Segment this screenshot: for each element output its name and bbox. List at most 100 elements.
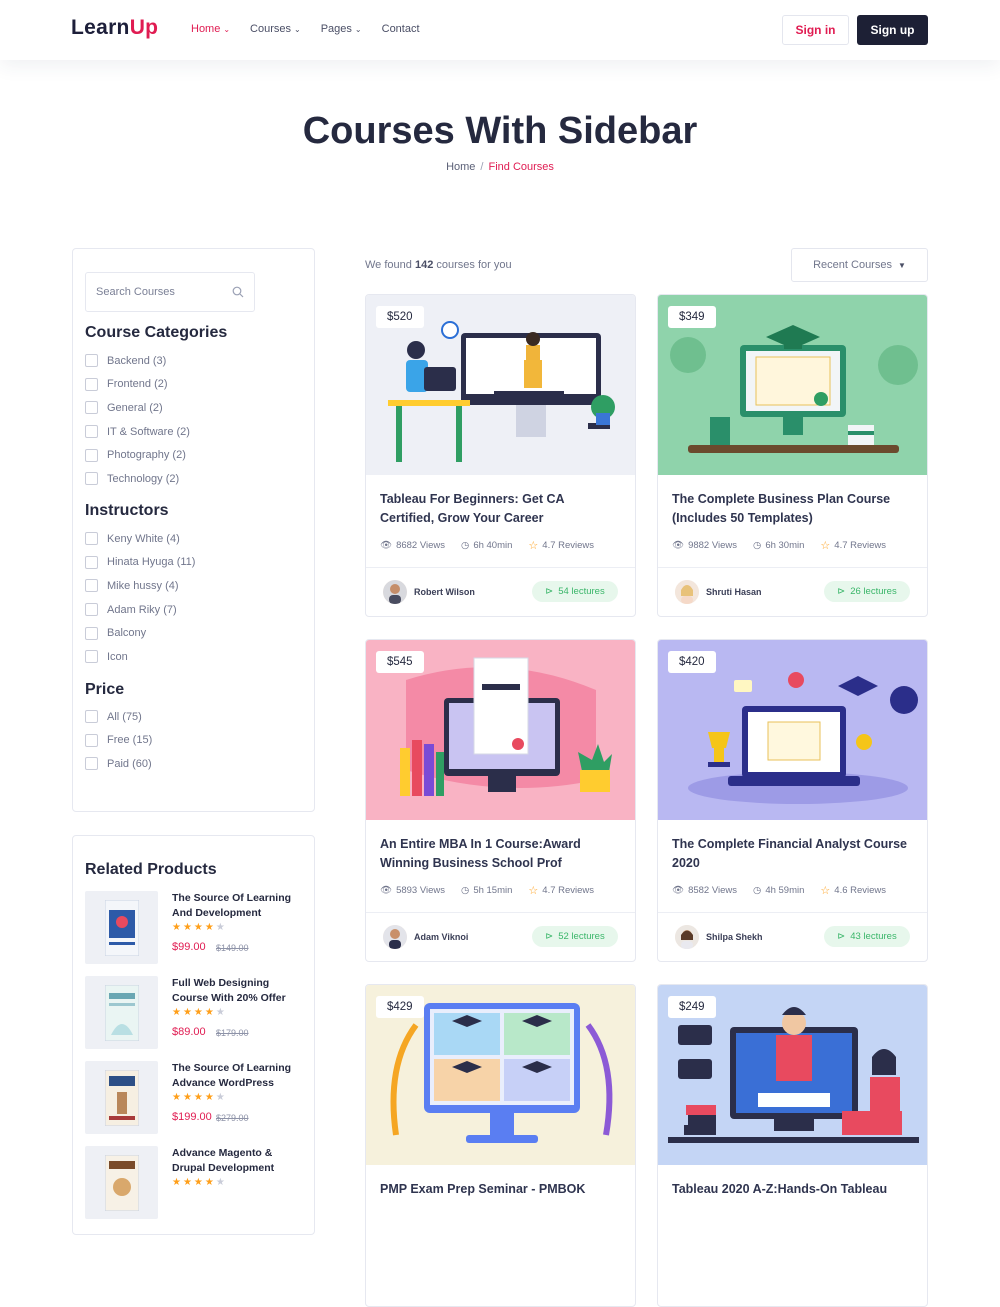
category-checkbox[interactable]: Photography (2) xyxy=(85,443,190,467)
nav-home[interactable]: Home ⌄ xyxy=(191,23,230,35)
instructor-checkbox[interactable]: Balcony xyxy=(85,621,195,645)
duration-stat: ◷ 6h 40min xyxy=(461,540,512,551)
nav-pages[interactable]: Pages ⌄ xyxy=(321,23,362,35)
price-checkbox[interactable]: All (75) xyxy=(85,705,152,729)
chevron-down-icon: ⌄ xyxy=(223,24,231,34)
product-name[interactable]: The Source Of Learning Advance WordPress xyxy=(172,1061,302,1090)
checkbox-label: Balcony xyxy=(107,627,147,640)
checkbox-icon[interactable] xyxy=(85,733,98,747)
course-title[interactable]: Tableau 2020 A-Z:Hands-On Tableau xyxy=(672,1180,910,1199)
clock-icon: ◷ xyxy=(753,885,762,896)
star-icon: ☆ xyxy=(528,885,539,897)
instructor-name[interactable]: Shilpa Shekh xyxy=(706,932,763,942)
signup-button[interactable]: Sign up xyxy=(857,15,928,45)
logo-text: Learn xyxy=(71,16,130,39)
sort-dropdown-label: Recent Courses xyxy=(813,259,892,271)
checkbox-icon[interactable] xyxy=(85,354,98,368)
checkbox-icon[interactable] xyxy=(85,377,98,391)
book-cover-image[interactable] xyxy=(85,1061,158,1134)
category-checkbox[interactable]: IT & Software (2) xyxy=(85,420,190,444)
course-title[interactable]: The Complete Financial Analyst Course 20… xyxy=(672,835,910,873)
checkbox-icon[interactable] xyxy=(85,448,98,462)
course-card[interactable]: $249 Tableau 2020 A-Z:Hands-On Tableau xyxy=(657,984,928,1307)
course-card[interactable]: $349 The Complete Business Plan Course (… xyxy=(657,294,928,617)
clock-icon: ◷ xyxy=(461,885,470,896)
views-stat: 👁 9882 Views xyxy=(672,540,737,551)
nav-courses[interactable]: Courses ⌄ xyxy=(250,23,301,35)
lectures-text: 52 lectures xyxy=(558,931,605,942)
checkbox-icon[interactable] xyxy=(85,710,98,724)
search-input[interactable]: Search Courses xyxy=(85,272,255,312)
chevron-down-icon: ⌄ xyxy=(354,24,362,34)
eye-icon: 👁 xyxy=(672,540,685,551)
price-checkbox[interactable]: Paid (60) xyxy=(85,752,152,776)
reviews-stat: ☆ 4.7 Reviews xyxy=(820,539,886,552)
course-card[interactable]: $545 An Entire MBA In 1 Course:Award Win… xyxy=(365,639,636,962)
checkbox-icon[interactable] xyxy=(85,425,98,439)
product-name[interactable]: Advance Magento & Drupal Development xyxy=(172,1146,302,1175)
price-checkbox[interactable]: Free (15) xyxy=(85,729,152,753)
clock-icon: ◷ xyxy=(461,540,470,551)
lectures-badge: ⊳ 26 lectures xyxy=(824,581,910,602)
nav-pages-label: Pages xyxy=(320,23,352,35)
course-card[interactable]: $520 Tableau For Beginners: Get CA Certi… xyxy=(365,294,636,617)
course-card[interactable]: $420 The Complete Financial Analyst Cour… xyxy=(657,639,928,962)
category-checkbox[interactable]: Technology (2) xyxy=(85,467,190,491)
book-cover-image[interactable] xyxy=(85,976,158,1049)
checkbox-icon[interactable] xyxy=(85,579,98,593)
checkbox-icon[interactable] xyxy=(85,472,98,486)
reviews-stat: ☆ 4.7 Reviews xyxy=(528,884,594,897)
course-title[interactable]: Tableau For Beginners: Get CA Certified,… xyxy=(380,490,618,528)
category-checkbox[interactable]: Backend (3) xyxy=(85,349,190,373)
instructor-checkbox[interactable]: Hinata Hyuga (11) xyxy=(85,551,195,575)
views-text: 8682 Views xyxy=(396,540,446,551)
caret-down-icon: ▼ xyxy=(897,260,906,270)
related-product-item[interactable]: The Source Of Learning And Development ★… xyxy=(85,891,310,966)
book-cover-image[interactable] xyxy=(85,1146,158,1219)
instructor-avatar[interactable] xyxy=(675,580,699,604)
instructor-avatar[interactable] xyxy=(675,925,699,949)
instructor-checkbox[interactable]: Icon xyxy=(85,645,195,669)
search-placeholder: Search Courses xyxy=(96,286,175,298)
breadcrumb-home[interactable]: Home xyxy=(446,161,475,173)
course-title[interactable]: PMP Exam Prep Seminar - PMBOK xyxy=(380,1180,618,1199)
instructor-checkbox[interactable]: Mike hussy (4) xyxy=(85,574,195,598)
views-stat: 👁 8682 Views xyxy=(380,540,445,551)
card-divider xyxy=(366,912,635,913)
nav-home-label: Home xyxy=(191,23,221,35)
instructor-avatar[interactable] xyxy=(383,580,407,604)
product-name[interactable]: Full Web Designing Course With 20% Offer xyxy=(172,976,302,1005)
checkbox-icon[interactable] xyxy=(85,603,98,617)
checkbox-icon[interactable] xyxy=(85,626,98,640)
checkbox-icon[interactable] xyxy=(85,757,98,771)
book-cover-image[interactable] xyxy=(85,891,158,964)
course-title[interactable]: An Entire MBA In 1 Course:Award Winning … xyxy=(380,835,618,873)
play-icon: ⊳ xyxy=(545,931,554,942)
related-product-item[interactable]: Advance Magento & Drupal Development ★★★… xyxy=(85,1146,310,1221)
checkbox-icon[interactable] xyxy=(85,401,98,415)
sort-dropdown[interactable]: Recent Courses ▼ xyxy=(791,248,928,282)
instructor-checkbox[interactable]: Adam Riky (7) xyxy=(85,598,195,622)
instructor-name[interactable]: Adam Viknoi xyxy=(414,932,468,942)
checkbox-icon[interactable] xyxy=(85,555,98,569)
instructor-name[interactable]: Shruti Hasan xyxy=(706,587,762,597)
rating-stars-icon: ★★★★★ xyxy=(172,922,227,933)
logo[interactable]: LearnUp xyxy=(71,16,158,40)
category-checkbox[interactable]: Frontend (2) xyxy=(85,373,190,397)
related-product-item[interactable]: Full Web Designing Course With 20% Offer… xyxy=(85,976,310,1051)
instructor-avatar[interactable] xyxy=(383,925,407,949)
product-name[interactable]: The Source Of Learning And Development xyxy=(172,891,302,920)
instructor-name[interactable]: Robert Wilson xyxy=(414,587,475,597)
checkbox-icon[interactable] xyxy=(85,650,98,664)
nav-contact[interactable]: Contact xyxy=(382,23,420,35)
category-checkbox[interactable]: General (2) xyxy=(85,396,190,420)
search-icon[interactable] xyxy=(232,286,244,298)
checkbox-icon[interactable] xyxy=(85,532,98,546)
instructor-checkbox[interactable]: Keny White (4) xyxy=(85,527,195,551)
course-title[interactable]: The Complete Business Plan Course (Inclu… xyxy=(672,490,910,528)
price-badge: $249 xyxy=(668,996,716,1018)
price-badge: $429 xyxy=(376,996,424,1018)
course-card[interactable]: $429 PMP Exam Prep Seminar - PMBOK xyxy=(365,984,636,1307)
signin-button[interactable]: Sign in xyxy=(782,15,849,45)
related-product-item[interactable]: The Source Of Learning Advance WordPress… xyxy=(85,1061,310,1136)
